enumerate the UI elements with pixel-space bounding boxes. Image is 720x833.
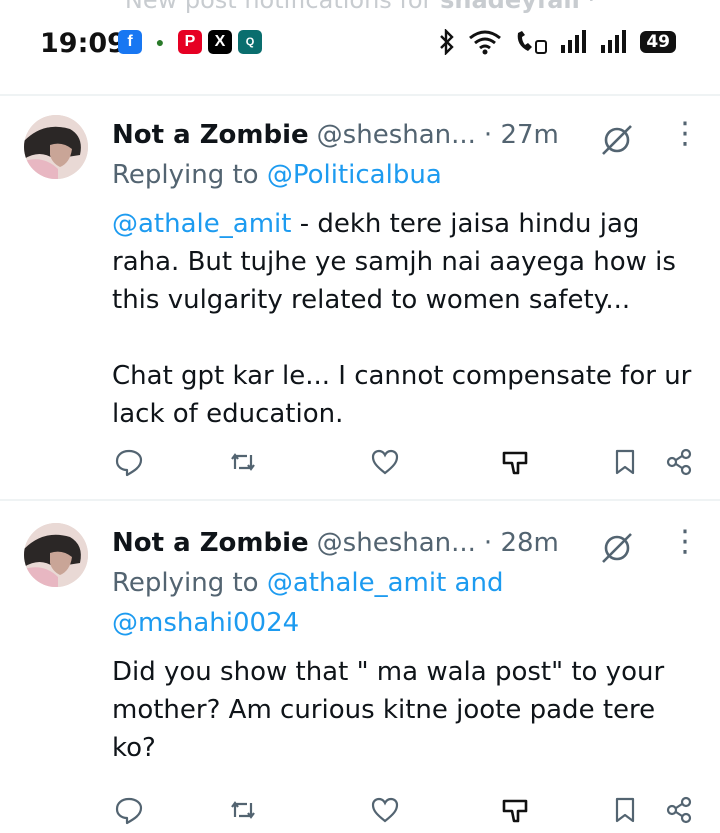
replying-to-mention[interactable]: @Politicalbua	[267, 160, 442, 190]
display-name[interactable]: Not a Zombie	[112, 120, 309, 150]
tweet-actions	[112, 793, 692, 833]
grok-icon[interactable]	[600, 123, 634, 157]
tweet-body: Not a Zombie @sheshan... · 27m Replying …	[112, 115, 700, 433]
signal-icon-2	[601, 30, 627, 53]
text-mention[interactable]: @athale_amit	[112, 209, 291, 239]
bookmark-icon[interactable]	[608, 445, 642, 479]
app-dots-icon: ●	[148, 30, 172, 54]
like-icon[interactable]	[368, 445, 402, 479]
status-bar: New post notifications for shadeyfall · …	[0, 0, 720, 95]
repost-icon[interactable]	[226, 445, 260, 479]
replying-to-line: Replying to @Politicalbua	[112, 155, 700, 195]
replying-prefix: Replying to	[112, 160, 267, 190]
downvote-icon[interactable]	[498, 793, 532, 827]
tweet-actions	[112, 445, 692, 485]
tweet-text-body: - dekh tere jaisa hindu jag raha. But tu…	[112, 209, 692, 429]
repost-icon[interactable]	[226, 793, 260, 827]
tweet-text: Did you show that " ma wala post" to you…	[112, 653, 700, 767]
tweet-timestamp[interactable]: · 27m	[484, 120, 559, 150]
notification-banner: New post notifications for shadeyfall ·	[0, 0, 720, 14]
user-handle[interactable]: @sheshan...	[317, 528, 476, 558]
wifi-call-icon	[518, 31, 548, 54]
share-icon[interactable]	[662, 793, 696, 827]
reply-icon[interactable]	[112, 793, 146, 827]
tweet-card[interactable]: Not a Zombie @sheshan... · 28m Replying …	[0, 501, 720, 826]
notification-icons: f ● P X Q	[118, 30, 262, 54]
replying-prefix: Replying to	[112, 568, 267, 598]
more-options-icon[interactable]: ⋮	[670, 119, 700, 153]
battery-indicator: 49	[640, 31, 676, 53]
facebook-icon: f	[118, 30, 142, 54]
tweet-text-body: Did you show that " ma wala post" to you…	[112, 657, 673, 763]
bluetooth-icon	[440, 29, 455, 55]
reply-icon[interactable]	[112, 445, 146, 479]
tweet-card[interactable]: Not a Zombie @sheshan... · 27m Replying …	[0, 95, 720, 499]
more-options-icon[interactable]: ⋮	[670, 527, 700, 561]
share-icon[interactable]	[662, 445, 696, 479]
pinterest-icon: P	[178, 30, 202, 54]
like-icon[interactable]	[368, 793, 402, 827]
user-handle[interactable]: @sheshan...	[317, 120, 476, 150]
tweet-text: @athale_amit - dekh tere jaisa hindu jag…	[112, 205, 700, 433]
avatar[interactable]	[24, 523, 88, 587]
tweet-timestamp[interactable]: · 28m	[484, 528, 559, 558]
wifi-icon	[469, 30, 502, 55]
avatar[interactable]	[24, 115, 88, 179]
grok-icon[interactable]	[600, 531, 634, 565]
display-name[interactable]: Not a Zombie	[112, 528, 309, 558]
bookmark-icon[interactable]	[608, 793, 642, 827]
notification-banner-user: shadeyfall	[440, 0, 580, 14]
signal-icon-1	[561, 30, 587, 53]
replying-to-line: Replying to @athale_amit and @mshahi0024	[112, 563, 532, 643]
clock: 19:09	[40, 28, 126, 59]
qubo-icon: Q	[238, 30, 262, 54]
x-icon: X	[208, 30, 232, 54]
system-icons: 49	[438, 29, 676, 55]
notification-banner-text: New post notifications for	[124, 0, 433, 14]
downvote-icon[interactable]	[498, 445, 532, 479]
